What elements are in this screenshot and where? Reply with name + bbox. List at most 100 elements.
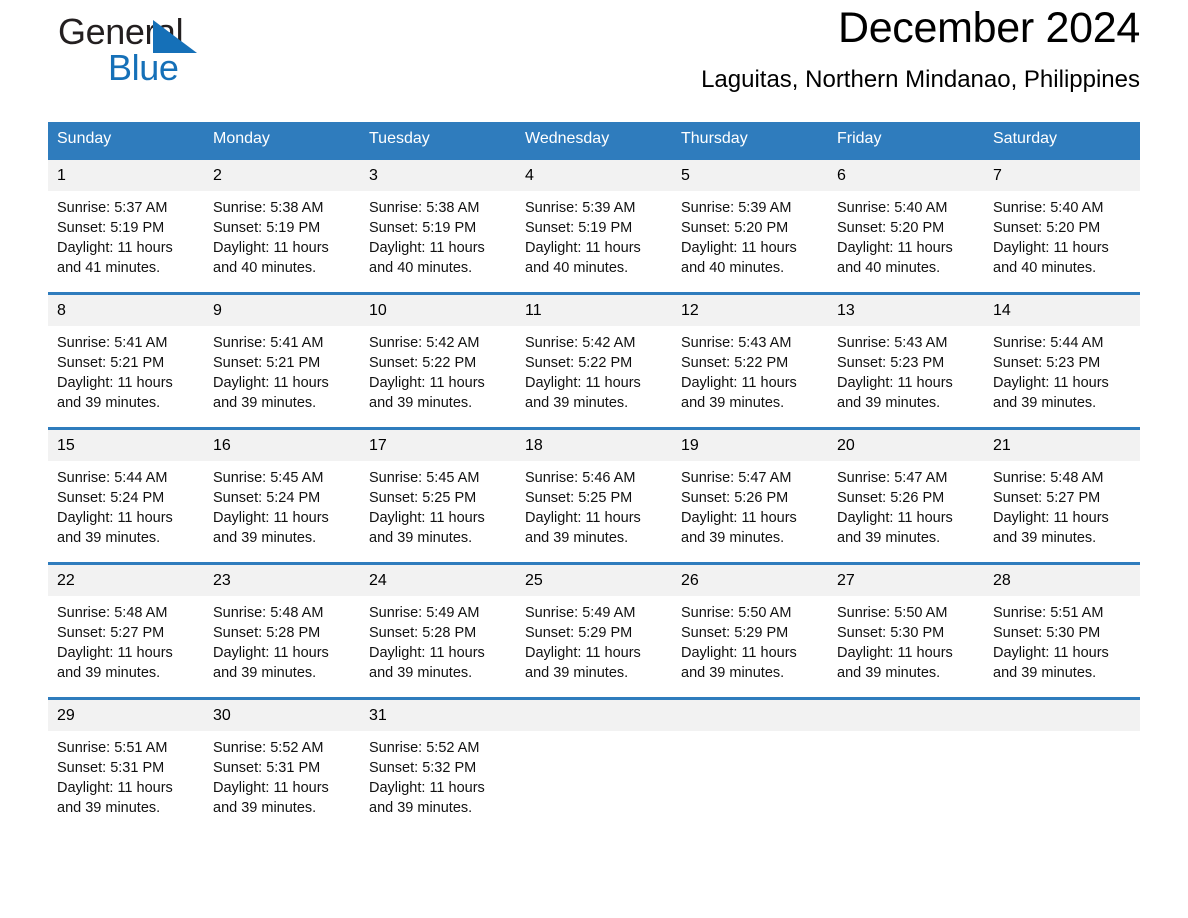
daylight-duration-line2: and 39 minutes. xyxy=(369,530,473,546)
day-number: 6 xyxy=(828,160,984,191)
calendar-empty-cell xyxy=(984,697,1140,834)
day-details: Sunrise: 5:41 AM Sunset: 5:21 PM Daylight:… xyxy=(204,326,360,413)
calendar-day-cell[interactable]: 15 Sunrise: 5:44 AM Sunset: 5:24 PM Dayligh… xyxy=(48,427,204,564)
daylight-duration-line1: Daylight: 11 hours xyxy=(213,240,329,256)
daylight-duration-line2: and 39 minutes. xyxy=(993,395,1097,411)
calendar-day-cell[interactable]: 13 Sunrise: 5:43 AM Sunset: 5:23 PM Dayligh… xyxy=(828,292,984,429)
daylight-duration-line1: Daylight: 11 hours xyxy=(213,780,329,796)
daylight-duration-line1: Daylight: 11 hours xyxy=(525,645,641,661)
daylight-duration-line2: and 40 minutes. xyxy=(993,260,1097,276)
day-details: Sunrise: 5:52 AM Sunset: 5:31 PM Daylight:… xyxy=(204,731,360,818)
day-number: 29 xyxy=(48,700,204,731)
day-number: 28 xyxy=(984,565,1140,596)
day-details: Sunrise: 5:52 AM Sunset: 5:32 PM Daylight:… xyxy=(360,731,516,818)
daylight-duration-line2: and 39 minutes. xyxy=(993,665,1097,681)
calendar-day-cell[interactable]: 26 Sunrise: 5:50 AM Sunset: 5:29 PM Dayligh… xyxy=(672,562,828,699)
calendar-day-cell[interactable]: 18 Sunrise: 5:46 AM Sunset: 5:25 PM Dayligh… xyxy=(516,427,672,564)
daylight-duration-line2: and 39 minutes. xyxy=(681,395,785,411)
calendar-day-cell[interactable]: 29 Sunrise: 5:51 AM Sunset: 5:31 PM Dayligh… xyxy=(48,697,204,834)
day-number: 4 xyxy=(516,160,672,191)
sunrise-time: Sunrise: 5:51 AM xyxy=(993,605,1104,621)
sunrise-time: Sunrise: 5:47 AM xyxy=(681,470,792,486)
sunrise-time: Sunrise: 5:40 AM xyxy=(993,200,1104,216)
calendar-day-cell[interactable]: 28 Sunrise: 5:51 AM Sunset: 5:30 PM Dayligh… xyxy=(984,562,1140,699)
sunrise-time: Sunrise: 5:50 AM xyxy=(837,605,948,621)
page-title: December 2024 xyxy=(837,4,1140,52)
daylight-duration-line2: and 39 minutes. xyxy=(681,530,785,546)
daylight-duration-line1: Daylight: 11 hours xyxy=(57,375,173,391)
calendar-day-cell[interactable]: 3 Sunrise: 5:38 AM Sunset: 5:19 PM Daylight… xyxy=(360,157,516,294)
day-details: Sunrise: 5:42 AM Sunset: 5:22 PM Daylight:… xyxy=(360,326,516,413)
day-details: Sunrise: 5:39 AM Sunset: 5:20 PM Daylight:… xyxy=(672,191,828,278)
day-details: Sunrise: 5:38 AM Sunset: 5:19 PM Daylight:… xyxy=(204,191,360,278)
calendar-day-cell[interactable]: 2 Sunrise: 5:38 AM Sunset: 5:19 PM Daylight… xyxy=(204,157,360,294)
general-blue-logo[interactable]: General Blue xyxy=(48,12,248,90)
calendar-day-cell[interactable]: 6 Sunrise: 5:40 AM Sunset: 5:20 PM Daylight… xyxy=(828,157,984,294)
daylight-duration-line1: Daylight: 11 hours xyxy=(525,240,641,256)
calendar-day-cell[interactable]: 24 Sunrise: 5:49 AM Sunset: 5:28 PM Dayligh… xyxy=(360,562,516,699)
calendar-day-cell[interactable]: 9 Sunrise: 5:41 AM Sunset: 5:21 PM Daylight… xyxy=(204,292,360,429)
daylight-duration-line1: Daylight: 11 hours xyxy=(681,375,797,391)
day-number: 15 xyxy=(48,430,204,461)
calendar-day-cell[interactable]: 23 Sunrise: 5:48 AM Sunset: 5:28 PM Dayligh… xyxy=(204,562,360,699)
calendar-day-cell[interactable]: 30 Sunrise: 5:52 AM Sunset: 5:31 PM Dayligh… xyxy=(204,697,360,834)
daylight-duration-line1: Daylight: 11 hours xyxy=(213,375,329,391)
calendar-day-cell[interactable]: 10 Sunrise: 5:42 AM Sunset: 5:22 PM Dayligh… xyxy=(360,292,516,429)
sunrise-time: Sunrise: 5:38 AM xyxy=(213,200,324,216)
calendar-week-row: 15 Sunrise: 5:44 AM Sunset: 5:24 PM Dayligh… xyxy=(48,427,1140,564)
calendar-day-cell[interactable]: 21 Sunrise: 5:48 AM Sunset: 5:27 PM Dayligh… xyxy=(984,427,1140,564)
weekday-header-monday: Monday xyxy=(204,122,360,159)
calendar-day-cell[interactable]: 20 Sunrise: 5:47 AM Sunset: 5:26 PM Dayligh… xyxy=(828,427,984,564)
calendar-day-cell[interactable]: 27 Sunrise: 5:50 AM Sunset: 5:30 PM Dayligh… xyxy=(828,562,984,699)
calendar-day-cell[interactable]: 11 Sunrise: 5:42 AM Sunset: 5:22 PM Dayligh… xyxy=(516,292,672,429)
daylight-duration-line1: Daylight: 11 hours xyxy=(993,510,1109,526)
calendar-day-cell[interactable]: 4 Sunrise: 5:39 AM Sunset: 5:19 PM Daylight… xyxy=(516,157,672,294)
daylight-duration-line1: Daylight: 11 hours xyxy=(837,645,953,661)
calendar-day-cell[interactable]: 1 Sunrise: 5:37 AM Sunset: 5:19 PM Daylight… xyxy=(48,157,204,294)
calendar-day-cell[interactable]: 19 Sunrise: 5:47 AM Sunset: 5:26 PM Dayligh… xyxy=(672,427,828,564)
calendar-day-cell[interactable]: 14 Sunrise: 5:44 AM Sunset: 5:23 PM Dayligh… xyxy=(984,292,1140,429)
calendar-body: 1 Sunrise: 5:37 AM Sunset: 5:19 PM Daylight… xyxy=(48,157,1140,834)
day-number: 11 xyxy=(516,295,672,326)
calendar-day-cell[interactable]: 17 Sunrise: 5:45 AM Sunset: 5:25 PM Dayligh… xyxy=(360,427,516,564)
day-details: Sunrise: 5:51 AM Sunset: 5:30 PM Daylight:… xyxy=(984,596,1140,683)
calendar-day-cell[interactable]: 7 Sunrise: 5:40 AM Sunset: 5:20 PM Daylight… xyxy=(984,157,1140,294)
daylight-duration-line2: and 39 minutes. xyxy=(213,395,317,411)
sunrise-time: Sunrise: 5:39 AM xyxy=(525,200,636,216)
day-details: Sunrise: 5:43 AM Sunset: 5:23 PM Daylight:… xyxy=(828,326,984,413)
sunset-time: Sunset: 5:27 PM xyxy=(993,490,1101,506)
calendar-day-cell[interactable]: 16 Sunrise: 5:45 AM Sunset: 5:24 PM Dayligh… xyxy=(204,427,360,564)
calendar-day-cell[interactable]: 12 Sunrise: 5:43 AM Sunset: 5:22 PM Dayligh… xyxy=(672,292,828,429)
sunrise-time: Sunrise: 5:52 AM xyxy=(369,740,480,756)
daylight-duration-line2: and 40 minutes. xyxy=(369,260,473,276)
day-details: Sunrise: 5:45 AM Sunset: 5:25 PM Daylight:… xyxy=(360,461,516,548)
calendar-day-cell[interactable]: 22 Sunrise: 5:48 AM Sunset: 5:27 PM Dayligh… xyxy=(48,562,204,699)
title-block: December 2024 Laguitas, Northern Mindana… xyxy=(701,0,1140,94)
sunset-time: Sunset: 5:20 PM xyxy=(681,220,789,236)
daylight-duration-line1: Daylight: 11 hours xyxy=(837,510,953,526)
sunrise-time: Sunrise: 5:40 AM xyxy=(837,200,948,216)
day-number: 14 xyxy=(984,295,1140,326)
calendar-day-cell[interactable]: 8 Sunrise: 5:41 AM Sunset: 5:21 PM Daylight… xyxy=(48,292,204,429)
day-number: 26 xyxy=(672,565,828,596)
calendar-day-cell[interactable]: 25 Sunrise: 5:49 AM Sunset: 5:29 PM Dayligh… xyxy=(516,562,672,699)
daylight-duration-line2: and 39 minutes. xyxy=(369,395,473,411)
sunset-time: Sunset: 5:19 PM xyxy=(57,220,165,236)
sunrise-time: Sunrise: 5:46 AM xyxy=(525,470,636,486)
calendar-day-cell[interactable]: 31 Sunrise: 5:52 AM Sunset: 5:32 PM Dayligh… xyxy=(360,697,516,834)
sunrise-time: Sunrise: 5:52 AM xyxy=(213,740,324,756)
day-details: Sunrise: 5:43 AM Sunset: 5:22 PM Daylight:… xyxy=(672,326,828,413)
day-number: 19 xyxy=(672,430,828,461)
day-details: Sunrise: 5:50 AM Sunset: 5:30 PM Daylight:… xyxy=(828,596,984,683)
sunrise-time: Sunrise: 5:42 AM xyxy=(369,335,480,351)
sunrise-time: Sunrise: 5:45 AM xyxy=(369,470,480,486)
daylight-duration-line1: Daylight: 11 hours xyxy=(213,510,329,526)
daylight-duration-line1: Daylight: 11 hours xyxy=(837,240,953,256)
calendar-day-cell[interactable]: 5 Sunrise: 5:39 AM Sunset: 5:20 PM Daylight… xyxy=(672,157,828,294)
calendar-empty-cell xyxy=(516,697,672,834)
sunrise-time: Sunrise: 5:41 AM xyxy=(57,335,168,351)
daylight-duration-line2: and 39 minutes. xyxy=(213,665,317,681)
day-number: 2 xyxy=(204,160,360,191)
day-details: Sunrise: 5:49 AM Sunset: 5:29 PM Daylight:… xyxy=(516,596,672,683)
sunrise-time: Sunrise: 5:45 AM xyxy=(213,470,324,486)
